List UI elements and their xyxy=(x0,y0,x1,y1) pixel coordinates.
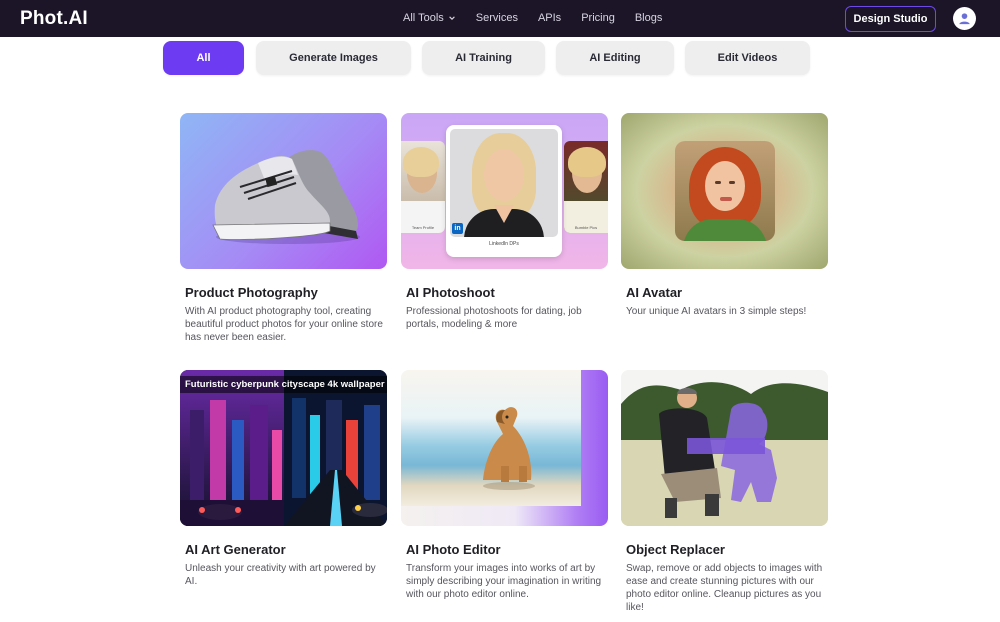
brand-logo[interactable]: Phot.AI xyxy=(20,8,88,30)
side-label-right: Bumble Pics xyxy=(574,225,598,230)
card-title: AI Photoshoot xyxy=(406,285,495,300)
tab-ai-training[interactable]: AI Training xyxy=(422,41,545,75)
object-replacer-image xyxy=(621,370,828,526)
tab-ai-editing[interactable]: AI Editing xyxy=(556,41,674,75)
card-title: AI Avatar xyxy=(626,285,683,300)
linkedin-icon: in xyxy=(452,223,463,234)
tool-card-object-replacer[interactable]: Object Replacer Swap, remove or add obje… xyxy=(621,370,829,614)
top-navbar: Phot.AI All Tools Services APIs Pricing … xyxy=(0,0,1000,37)
tab-generate-images[interactable]: Generate Images xyxy=(256,41,411,75)
tool-card-product-photography[interactable]: Product Photography With AI product phot… xyxy=(180,113,388,344)
tab-edit-videos[interactable]: Edit Videos xyxy=(685,41,810,75)
nav-pricing[interactable]: Pricing xyxy=(581,12,615,24)
product-photography-image xyxy=(180,113,387,269)
tab-all[interactable]: All xyxy=(163,41,244,75)
ai-photo-editor-image xyxy=(401,370,608,526)
design-studio-button[interactable]: Design Studio xyxy=(845,6,936,32)
avatar-portrait xyxy=(675,141,775,241)
card-title: AI Photo Editor xyxy=(406,542,501,557)
card-description: Unleash your creativity with art powered… xyxy=(185,563,376,587)
side-photo-right: Bumble Pics xyxy=(564,141,608,233)
side-label-left: Team Profile xyxy=(411,225,435,230)
tool-card-ai-avatar[interactable]: AI Avatar Your unique AI avatars in 3 si… xyxy=(621,113,829,318)
photo-caption: LinkedIn DPs xyxy=(489,241,519,247)
card-title: Object Replacer xyxy=(626,542,725,557)
sneaker-illustration xyxy=(212,150,360,244)
nav-apis[interactable]: APIs xyxy=(538,12,561,24)
side-photo-left: Team Profile xyxy=(401,141,445,233)
ai-avatar-image xyxy=(621,113,828,269)
card-description: Swap, remove or add objects to images wi… xyxy=(626,563,823,613)
card-title: Product Photography xyxy=(185,285,318,300)
card-title: AI Art Generator xyxy=(185,542,286,557)
user-avatar[interactable] xyxy=(953,7,976,30)
nav-all-tools-label: All Tools xyxy=(403,12,444,24)
cyberpunk-city-illustration xyxy=(180,370,387,526)
card-description: Your unique AI avatars in 3 simple steps… xyxy=(626,306,807,317)
art-prompt-caption: Futuristic cyberpunk cityscape 4k wallpa… xyxy=(180,376,387,393)
tool-card-ai-photoshoot[interactable]: Team Profile Bumble Pics in LinkedIn DPs… xyxy=(401,113,609,331)
person-with-child-illustration xyxy=(621,370,828,526)
card-description: Professional photoshoots for dating, job… xyxy=(406,306,582,330)
ai-photoshoot-image: Team Profile Bumble Pics in LinkedIn DPs xyxy=(401,113,608,269)
card-description: With AI product photography tool, creati… xyxy=(185,306,383,343)
nav-services[interactable]: Services xyxy=(476,12,518,24)
ai-art-generator-image: Futuristic cyberpunk cityscape 4k wallpa… xyxy=(180,370,387,526)
tool-card-ai-photo-editor[interactable]: AI Photo Editor Transform your images in… xyxy=(401,370,609,601)
main-nav: All Tools Services APIs Pricing Blogs xyxy=(403,12,682,24)
tool-card-ai-art-generator[interactable]: Futuristic cyberpunk cityscape 4k wallpa… xyxy=(180,370,388,588)
nav-blogs[interactable]: Blogs xyxy=(635,12,663,24)
linkedin-portrait-card: in LinkedIn DPs xyxy=(446,125,562,257)
category-tabs: All Generate Images AI Training AI Editi… xyxy=(0,41,1000,75)
chevron-down-icon xyxy=(448,16,455,20)
dog-photo xyxy=(401,370,581,506)
nav-all-tools[interactable]: All Tools xyxy=(403,12,456,24)
user-icon xyxy=(959,13,970,25)
dog-illustration xyxy=(483,407,535,490)
card-description: Transform your images into works of art … xyxy=(406,563,602,600)
